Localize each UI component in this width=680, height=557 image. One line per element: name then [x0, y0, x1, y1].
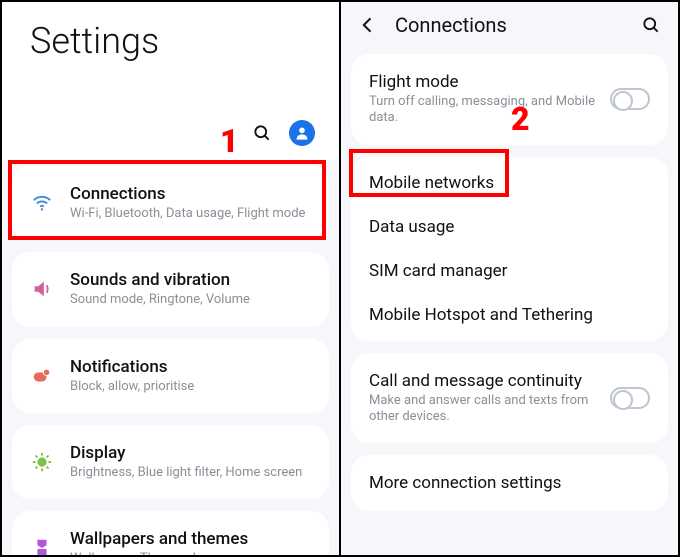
account-button[interactable]	[289, 120, 315, 146]
item-texts: Wallpapers and themes Wallpapers, Themes…	[70, 529, 311, 555]
item-sub: Block, allow, prioritise	[70, 379, 311, 395]
item-title: Display	[70, 443, 311, 463]
item-texts: Mobile Hotspot and Tethering	[369, 305, 650, 325]
item-sub: Sound mode, Ringtone, Volume	[70, 292, 311, 308]
settings-root-pane: Settings 1 Connections Wi-Fi, Bluetooth,…	[2, 2, 341, 555]
item-sub: Brightness, Blue light filter, Home scre…	[70, 465, 311, 481]
item-title: Mobile networks	[369, 173, 650, 193]
item-texts: More connection settings	[369, 473, 650, 493]
connections-pane: Connections Flight mode Turn off calling…	[341, 2, 678, 555]
wallpaper-icon	[30, 536, 54, 555]
item-title: Call and message continuity	[369, 371, 596, 391]
annotation-1: 1	[220, 122, 239, 160]
item-title: Data usage	[369, 217, 650, 237]
page-title: Settings	[2, 2, 339, 70]
connections-header: Connections	[341, 2, 678, 48]
card-flight-mode: Flight mode Turn off calling, messaging,…	[351, 54, 668, 145]
flight-mode-toggle[interactable]	[610, 88, 650, 110]
item-title: Notifications	[70, 357, 311, 377]
settings-item-display[interactable]: Display Brightness, Blue light filter, H…	[12, 429, 329, 495]
item-title: Wallpapers and themes	[70, 529, 311, 549]
settings-card-notifications: Notifications Block, allow, prioritise	[12, 339, 329, 413]
search-button[interactable]	[638, 12, 664, 38]
card-network-group: Mobile networks Data usage SIM card mana…	[351, 157, 668, 341]
chevron-left-icon	[358, 15, 378, 35]
row-mobile-networks[interactable]: Mobile networks	[351, 161, 668, 205]
row-more-settings[interactable]: More connection settings	[351, 459, 668, 507]
wifi-icon	[30, 191, 54, 215]
item-texts: Data usage	[369, 217, 650, 237]
row-flight-mode[interactable]: Flight mode Turn off calling, messaging,…	[351, 58, 668, 141]
card-continuity: Call and message continuity Make and ans…	[351, 353, 668, 444]
notifications-icon	[30, 364, 54, 388]
row-sim-manager[interactable]: SIM card manager	[351, 249, 668, 293]
search-icon	[641, 15, 661, 35]
search-button[interactable]	[249, 120, 275, 146]
item-sub: Make and answer calls and texts from oth…	[369, 393, 596, 426]
settings-item-connections[interactable]: Connections Wi-Fi, Bluetooth, Data usage…	[12, 170, 329, 236]
row-continuity[interactable]: Call and message continuity Make and ans…	[351, 357, 668, 440]
continuity-toggle[interactable]	[610, 387, 650, 409]
connections-title: Connections	[395, 13, 624, 37]
item-texts: Connections Wi-Fi, Bluetooth, Data usage…	[70, 184, 311, 222]
search-icon	[252, 123, 272, 143]
item-texts: Call and message continuity Make and ans…	[369, 371, 596, 426]
item-title: Flight mode	[369, 72, 596, 92]
settings-card-connections: Connections Wi-Fi, Bluetooth, Data usage…	[12, 166, 329, 240]
item-title: Sounds and vibration	[70, 270, 311, 290]
settings-card-wallpapers: Wallpapers and themes Wallpapers, Themes…	[12, 511, 329, 555]
item-sub: Turn off calling, messaging, and Mobile …	[369, 94, 596, 127]
item-sub: Wallpapers, Themes, Icons	[70, 551, 311, 555]
card-more: More connection settings	[351, 455, 668, 511]
item-title: Mobile Hotspot and Tethering	[369, 305, 650, 325]
settings-card-sounds: Sounds and vibration Sound mode, Rington…	[12, 252, 329, 326]
item-texts: Display Brightness, Blue light filter, H…	[70, 443, 311, 481]
back-button[interactable]	[355, 12, 381, 38]
item-texts: Sounds and vibration Sound mode, Rington…	[70, 270, 311, 308]
item-title: More connection settings	[369, 473, 650, 493]
item-texts: Flight mode Turn off calling, messaging,…	[369, 72, 596, 127]
item-texts: SIM card manager	[369, 261, 650, 281]
item-title: Connections	[70, 184, 311, 204]
sound-icon	[30, 277, 54, 301]
settings-item-wallpapers[interactable]: Wallpapers and themes Wallpapers, Themes…	[12, 515, 329, 555]
settings-item-sounds[interactable]: Sounds and vibration Sound mode, Rington…	[12, 256, 329, 322]
item-texts: Mobile networks	[369, 173, 650, 193]
row-data-usage[interactable]: Data usage	[351, 205, 668, 249]
item-sub: Wi-Fi, Bluetooth, Data usage, Flight mod…	[70, 206, 311, 222]
settings-card-display: Display Brightness, Blue light filter, H…	[12, 425, 329, 499]
display-icon	[30, 450, 54, 474]
row-hotspot[interactable]: Mobile Hotspot and Tethering	[351, 293, 668, 337]
settings-item-notifications[interactable]: Notifications Block, allow, prioritise	[12, 343, 329, 409]
item-texts: Notifications Block, allow, prioritise	[70, 357, 311, 395]
item-title: SIM card manager	[369, 261, 650, 281]
person-icon	[294, 125, 310, 141]
header-actions: 1	[2, 70, 339, 160]
